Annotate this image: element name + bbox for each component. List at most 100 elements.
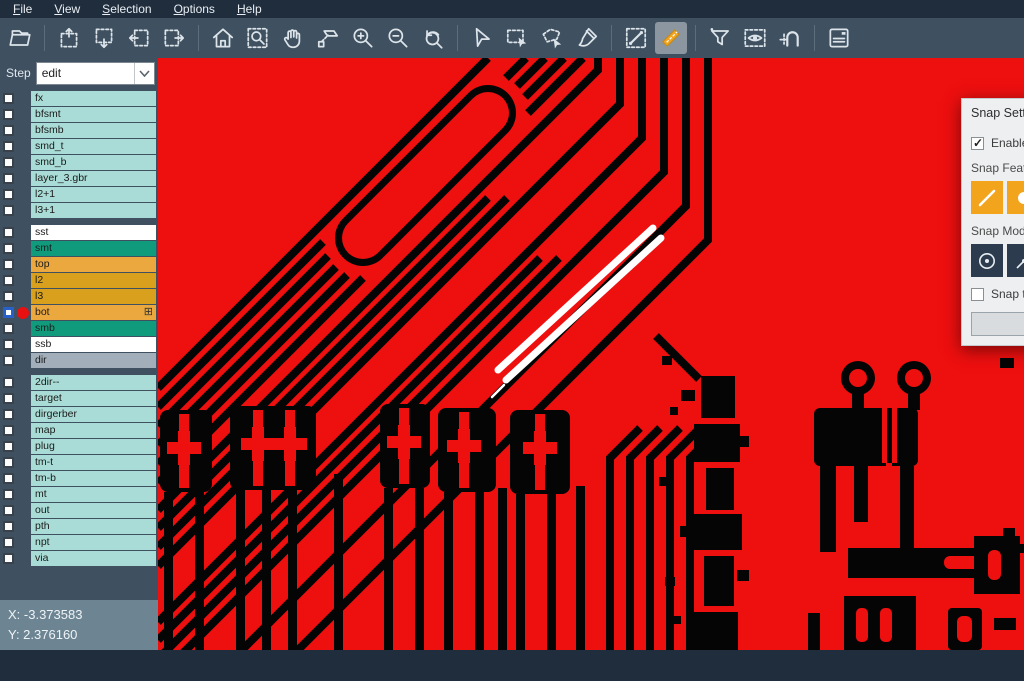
layer-row-out[interactable]: out — [3, 503, 158, 518]
layer-row-npt[interactable]: npt — [3, 535, 158, 550]
layer-row-bot[interactable]: bot⊞ — [3, 305, 158, 320]
layer-row-2dir--[interactable]: 2dir-- — [3, 375, 158, 390]
layer-row-smd_t[interactable]: smd_t — [3, 139, 158, 154]
layer-row-bfsmb[interactable]: bfsmb — [3, 123, 158, 138]
layer-visibility-checkbox[interactable] — [3, 275, 14, 286]
snap-all-layers-checkbox[interactable] — [971, 288, 984, 301]
view-area-button[interactable] — [739, 22, 771, 54]
layer-visibility-checkbox[interactable] — [3, 425, 14, 436]
layer-visibility-checkbox[interactable] — [3, 393, 14, 404]
layer-visibility-checkbox[interactable] — [3, 157, 14, 168]
layer-visibility-checkbox[interactable] — [3, 409, 14, 420]
dialog-title-bar[interactable]: Snap Settings x — [962, 99, 1024, 126]
pan-down-button[interactable] — [88, 22, 120, 54]
menu-options[interactable]: Options — [163, 0, 226, 18]
layer-visibility-checkbox[interactable] — [3, 291, 14, 302]
rect-select-button[interactable] — [501, 22, 533, 54]
snap-button[interactable] — [774, 22, 806, 54]
zoom-previous-button[interactable] — [417, 22, 449, 54]
zoom-window-button[interactable] — [312, 22, 344, 54]
layer-visibility-checkbox[interactable] — [3, 259, 14, 270]
snap-all-layers-row[interactable]: Snap to all displayed layers — [971, 287, 1024, 301]
layer-row-ssb[interactable]: ssb — [3, 337, 158, 352]
filter-button[interactable] — [704, 22, 736, 54]
layer-row-via[interactable]: via — [3, 551, 158, 566]
layer-row-smb[interactable]: smb — [3, 321, 158, 336]
center-snap-button[interactable] — [971, 244, 1003, 277]
layer-visibility-checkbox[interactable] — [3, 243, 14, 254]
midpoint-snap-button[interactable] — [1007, 244, 1024, 277]
layer-row-plug[interactable]: plug — [3, 439, 158, 454]
ruler-button[interactable] — [655, 22, 687, 54]
layer-row-dir[interactable]: dir — [3, 353, 158, 368]
layer-visibility-checkbox[interactable] — [3, 307, 14, 318]
clean-brush-button[interactable] — [571, 22, 603, 54]
x-readout: X: -3.373583 — [8, 605, 150, 625]
polygon-select-button[interactable] — [536, 22, 568, 54]
layer-row-smt[interactable]: smt — [3, 241, 158, 256]
layer-row-l2+1[interactable]: l2+1 — [3, 187, 158, 202]
pan-right-button[interactable] — [158, 22, 190, 54]
layer-row-bfsmt[interactable]: bfsmt — [3, 107, 158, 122]
layer-row-l3+1[interactable]: l3+1 — [3, 203, 158, 218]
home-view-button[interactable] — [207, 22, 239, 54]
layer-visibility-checkbox[interactable] — [3, 537, 14, 548]
open-file-button[interactable] — [4, 22, 36, 54]
zoom-area-button[interactable] — [242, 22, 274, 54]
pad-feature-button[interactable] — [1007, 181, 1024, 214]
layer-visibility-checkbox[interactable] — [3, 521, 14, 532]
layer-visibility-checkbox[interactable] — [3, 93, 14, 104]
layer-row-pth[interactable]: pth — [3, 519, 158, 534]
close-button[interactable]: Close — [971, 312, 1024, 336]
pan-hand-button[interactable] — [277, 22, 309, 54]
pan-left-button[interactable] — [123, 22, 155, 54]
layer-row-mt[interactable]: mt — [3, 487, 158, 502]
layer-row-sst[interactable]: sst — [3, 225, 158, 240]
menu-view[interactable]: View — [43, 0, 91, 18]
select-cursor-button[interactable] — [466, 22, 498, 54]
layer-visibility-checkbox[interactable] — [3, 109, 14, 120]
layer-row-target[interactable]: target — [3, 391, 158, 406]
layer-row-map[interactable]: map — [3, 423, 158, 438]
menu-selection[interactable]: Selection — [91, 0, 162, 18]
layer-row-top[interactable]: top — [3, 257, 158, 272]
step-select[interactable]: edit — [36, 62, 155, 85]
layer-visibility-checkbox[interactable] — [3, 173, 14, 184]
layer-visibility-checkbox[interactable] — [3, 377, 14, 388]
layer-visibility-checkbox[interactable] — [3, 553, 14, 564]
layer-row-tm-b[interactable]: tm-b — [3, 471, 158, 486]
layer-row-fx[interactable]: fx — [3, 91, 158, 106]
layer-visibility-checkbox[interactable] — [3, 441, 14, 452]
pcb-canvas[interactable]: Snap Settings x Enable Snapping Snap Fea… — [158, 58, 1024, 650]
layer-row-smd_b[interactable]: smd_b — [3, 155, 158, 170]
layer-visibility-checkbox[interactable] — [3, 473, 14, 484]
zoom-out-button[interactable] — [382, 22, 414, 54]
layer-row-tm-t[interactable]: tm-t — [3, 455, 158, 470]
layer-visibility-checkbox[interactable] — [3, 141, 14, 152]
layer-visibility-checkbox[interactable] — [3, 125, 14, 136]
layer-visibility-checkbox[interactable] — [3, 227, 14, 238]
layer-row-dirgerber[interactable]: dirgerber — [3, 407, 158, 422]
layer-row-l3[interactable]: l3 — [3, 289, 158, 304]
menu-help[interactable]: Help — [226, 0, 273, 18]
layer-visibility-checkbox[interactable] — [3, 457, 14, 468]
layers-panel-button[interactable] — [823, 22, 855, 54]
layer-visibility-checkbox[interactable] — [3, 205, 14, 216]
layer-visibility-checkbox[interactable] — [3, 189, 14, 200]
measure-line-button[interactable] — [620, 22, 652, 54]
layer-visibility-checkbox[interactable] — [3, 489, 14, 500]
layer-visibility-checkbox[interactable] — [3, 355, 14, 366]
menu-file[interactable]: File — [2, 0, 43, 18]
layer-row-layer_3.gbr[interactable]: layer_3.gbr — [3, 171, 158, 186]
filter-icon — [707, 25, 733, 51]
line-feature-button[interactable] — [971, 181, 1003, 214]
zoom-in-button[interactable] — [347, 22, 379, 54]
layer-row-l2[interactable]: l2 — [3, 273, 158, 288]
active-layer-dot — [17, 307, 29, 319]
enable-snapping-checkbox[interactable] — [971, 137, 984, 150]
enable-snapping-row[interactable]: Enable Snapping — [971, 136, 1024, 150]
layer-visibility-checkbox[interactable] — [3, 505, 14, 516]
pan-up-button[interactable] — [53, 22, 85, 54]
layer-visibility-checkbox[interactable] — [3, 339, 14, 350]
layer-visibility-checkbox[interactable] — [3, 323, 14, 334]
